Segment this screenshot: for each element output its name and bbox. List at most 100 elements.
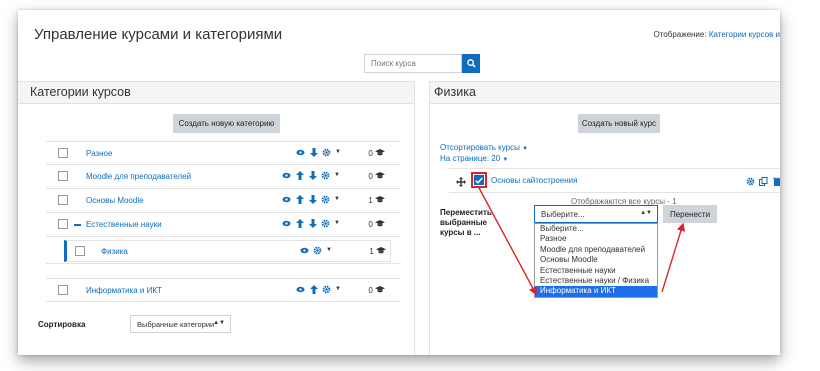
view-mode-link[interactable]: Категории курсов и <box>709 30 780 39</box>
highlight-box <box>471 172 487 188</box>
view-mode: Отображение: Категории курсов и <box>653 30 780 39</box>
eye-icon[interactable] <box>300 245 309 255</box>
category-checkbox[interactable] <box>58 285 68 295</box>
category-row: Moodle для преподавателей ▼ 0 <box>46 165 401 189</box>
arrow-up-icon[interactable] <box>309 284 318 294</box>
category-link[interactable]: Информатика и ИКТ <box>86 286 162 295</box>
dropdown-option[interactable]: Разное <box>535 234 657 244</box>
page-title: Управление курсами и категориями <box>34 26 283 43</box>
course-count: 0 <box>368 220 385 229</box>
arrow-down-icon[interactable] <box>308 218 317 228</box>
graduation-cap-icon <box>375 286 385 293</box>
create-category-button[interactable]: Создать новую категорию <box>173 114 280 133</box>
sort-select[interactable]: Выбранные категории ▲▼ <box>130 315 231 333</box>
caret-down-icon[interactable]: ▼ <box>335 286 341 292</box>
gear-icon[interactable] <box>322 284 331 294</box>
gear-icon[interactable] <box>313 245 322 255</box>
dropdown-option[interactable]: Основы Moodle <box>535 255 657 265</box>
move-target-value: Выберите... <box>541 210 585 219</box>
select-arrows-icon: ▲▼ <box>640 210 652 216</box>
category-link[interactable]: Moodle для преподавателей <box>86 172 191 181</box>
trash-icon[interactable] <box>772 176 780 186</box>
arrow-down-icon[interactable] <box>308 194 317 204</box>
collapse-icon[interactable] <box>74 224 81 226</box>
graduation-cap-icon <box>375 172 385 179</box>
caret-down-icon[interactable]: ▼ <box>335 149 341 155</box>
dropdown-option[interactable]: Moodle для преподавателей <box>535 245 657 255</box>
category-link[interactable]: Разное <box>86 149 112 158</box>
category-row: Основы Moodle ▼ 1 <box>46 189 401 213</box>
arrow-up-icon[interactable] <box>295 170 304 180</box>
course-row: Основы сайтостроения <box>449 168 780 193</box>
course-count: 0 <box>368 149 385 158</box>
search-input[interactable] <box>364 54 462 73</box>
eye-icon[interactable] <box>296 147 305 157</box>
dropdown-option[interactable]: Естественные науки <box>535 266 657 276</box>
caret-down-icon[interactable]: ▼ <box>334 196 340 202</box>
gear-icon[interactable] <box>321 194 330 204</box>
eye-icon[interactable] <box>282 170 291 180</box>
course-count: 0 <box>368 172 385 181</box>
course-search <box>364 54 480 73</box>
course-link[interactable]: Основы сайтостроения <box>491 176 577 185</box>
arrow-up-icon[interactable] <box>295 218 304 228</box>
move-target-select[interactable]: Выберите... ▲▼ <box>534 205 658 223</box>
category-actions: ▼ <box>300 245 332 255</box>
sort-select-value: Выбранные категории <box>137 320 215 329</box>
caret-down-icon[interactable]: ▼ <box>326 247 332 253</box>
course-count: 1 <box>368 196 385 205</box>
move-icon[interactable] <box>456 174 466 192</box>
app-window: Управление курсами и категориями Отображ… <box>18 10 780 355</box>
category-checkbox[interactable] <box>75 246 85 256</box>
gear-icon[interactable] <box>321 218 330 228</box>
category-actions: ▼ <box>282 218 340 228</box>
eye-icon[interactable] <box>296 284 305 294</box>
dropdown-option[interactable]: Естественные науки / Физика <box>535 276 657 286</box>
arrow-up-icon[interactable] <box>295 194 304 204</box>
category-checkbox[interactable] <box>58 171 68 181</box>
check-icon <box>475 177 483 184</box>
gear-icon[interactable] <box>746 176 755 186</box>
move-button[interactable]: Перенести <box>663 205 717 223</box>
eye-icon[interactable] <box>282 218 291 228</box>
arrow-down-icon[interactable] <box>309 147 318 157</box>
category-checkbox[interactable] <box>58 148 68 158</box>
sort-label: Сортировка <box>38 320 86 329</box>
copy-icon[interactable] <box>759 176 768 186</box>
category-actions: ▼ <box>296 284 341 294</box>
course-count: 1 <box>369 247 386 256</box>
category-link[interactable]: Основы Moodle <box>86 196 144 205</box>
course-checkbox[interactable] <box>474 175 484 185</box>
sort-courses-link[interactable]: Отсортировать курсы ▼ <box>440 143 528 152</box>
arrow-down-icon[interactable] <box>308 170 317 180</box>
move-courses-label: Переместить выбранные курсы в ... <box>440 208 492 237</box>
caret-down-icon[interactable]: ▼ <box>334 220 340 226</box>
search-button[interactable] <box>462 54 480 73</box>
dropdown-option[interactable]: Информатика и ИКТ <box>535 286 657 297</box>
categories-panel-title: Категории курсов <box>18 82 414 104</box>
course-actions <box>746 176 780 186</box>
gear-icon[interactable] <box>321 170 330 180</box>
categories-panel: Категории курсов Создать новую категорию… <box>18 81 415 355</box>
create-course-button[interactable]: Создать новый курс <box>578 114 660 133</box>
per-page-link[interactable]: На странице: 20 ▼ <box>440 154 508 163</box>
category-checkbox[interactable] <box>58 195 68 205</box>
gear-icon[interactable] <box>322 147 331 157</box>
dropdown-option[interactable]: Выберите... <box>535 224 657 234</box>
eye-icon[interactable] <box>282 194 291 204</box>
category-link[interactable]: Естественные науки <box>86 220 162 229</box>
category-list: Разное ▼ 0 Moodle для преподавателей ▼ 0… <box>46 141 401 302</box>
subcategory-row: Физика ▼ 1 <box>46 237 401 264</box>
search-icon <box>466 59 476 68</box>
graduation-cap-icon <box>376 247 386 254</box>
courses-panel: Физика Создать новый курс Отсортировать … <box>429 81 780 355</box>
caret-down-icon[interactable]: ▼ <box>334 172 340 178</box>
course-count: 0 <box>368 286 385 295</box>
category-actions: ▼ <box>282 170 340 180</box>
category-link[interactable]: Физика <box>101 247 128 256</box>
subcategory-item: Физика ▼ 1 <box>64 240 391 262</box>
view-mode-label: Отображение: <box>653 30 707 39</box>
courses-panel-title: Физика <box>430 82 780 104</box>
category-checkbox[interactable] <box>58 219 68 229</box>
category-row: Информатика и ИКТ ▼ 0 <box>46 278 401 302</box>
